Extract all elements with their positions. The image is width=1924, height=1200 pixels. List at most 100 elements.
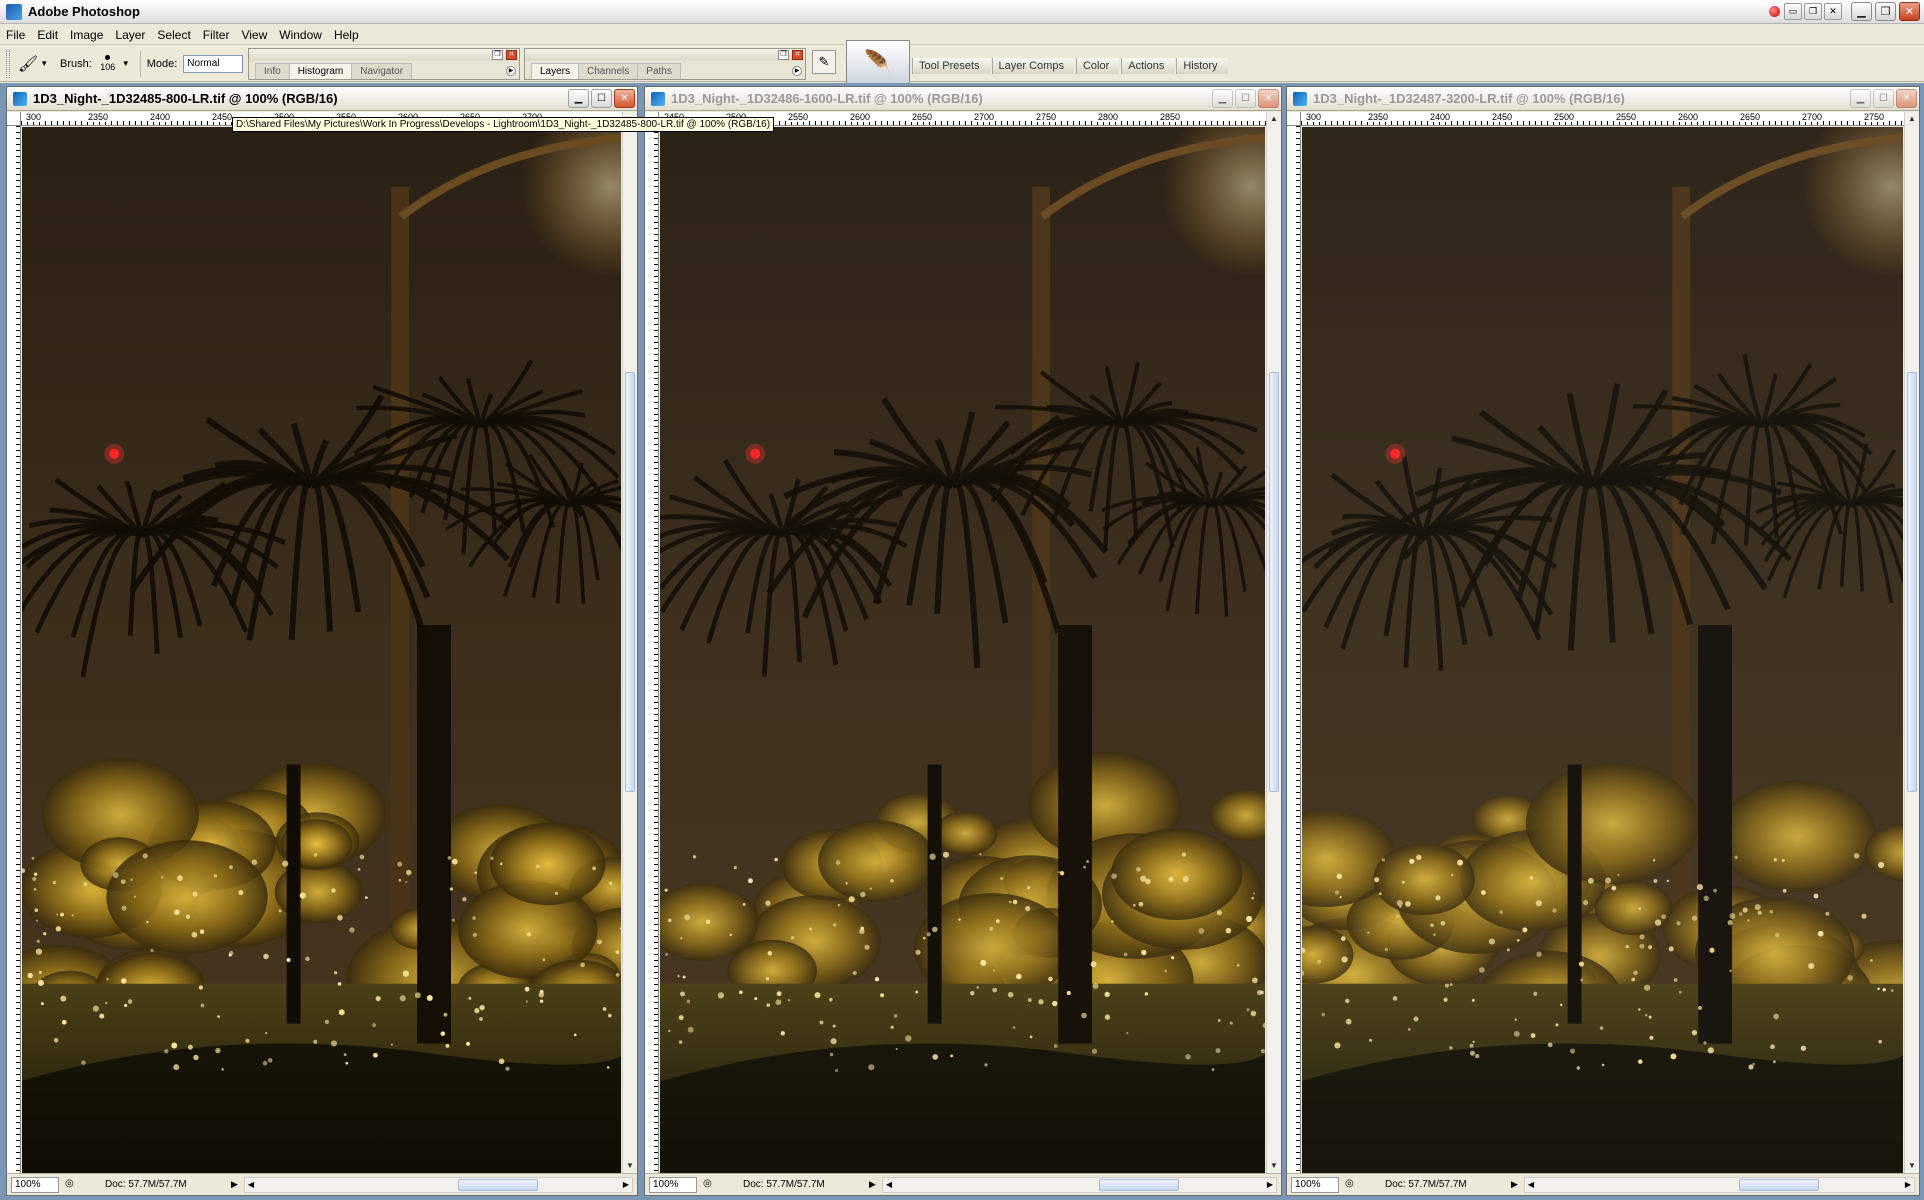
menu-help[interactable]: Help: [334, 28, 359, 42]
scroll-thumb[interactable]: [625, 372, 635, 792]
zoom-field[interactable]: 100%: [649, 1176, 697, 1193]
tab-paths[interactable]: Paths: [637, 63, 681, 79]
doc-minimize-button[interactable]: ▁: [1850, 89, 1871, 108]
doc-maximize-button[interactable]: ☐: [591, 89, 612, 108]
vertical-ruler[interactable]: [1287, 126, 1301, 1173]
scroll-left-icon[interactable]: ◀: [245, 1178, 257, 1192]
scroll-left-icon[interactable]: ◀: [883, 1178, 895, 1192]
well-tab-actions[interactable]: Actions: [1121, 58, 1175, 74]
doc-minimize-button[interactable]: ▁: [1212, 89, 1233, 108]
palette-header[interactable]: ❐ ✕: [249, 49, 519, 61]
mode-label: Mode:: [146, 57, 178, 70]
palette-close-icon[interactable]: ✕: [792, 50, 803, 60]
brushes-palette-icon[interactable]: ✎: [812, 50, 836, 74]
scroll-down-icon[interactable]: ▼: [1906, 1159, 1918, 1173]
menu-window[interactable]: Window: [279, 28, 322, 42]
palette-minimize-icon[interactable]: ❐: [492, 50, 503, 60]
vertical-ruler[interactable]: [7, 126, 21, 1173]
horizontal-ruler[interactable]: 300 2350 2400 2450 2500 2550 2600 2650 2700 2750: [1301, 112, 1905, 126]
tab-info[interactable]: Info: [255, 63, 290, 79]
tab-histogram[interactable]: Histogram: [288, 63, 353, 79]
doc-maximize-button[interactable]: ☐: [1235, 89, 1256, 108]
menu-view[interactable]: View: [241, 28, 267, 42]
palette-menu-icon[interactable]: ▶: [792, 66, 802, 76]
scroll-down-icon[interactable]: ▼: [1268, 1159, 1280, 1173]
menu-image[interactable]: Image: [70, 28, 103, 42]
vertical-scrollbar[interactable]: ▲▼: [1904, 112, 1919, 1173]
status-preview-icon[interactable]: ◎: [1345, 1178, 1361, 1192]
well-tab-color[interactable]: Color: [1075, 58, 1120, 74]
horizontal-scrollbar[interactable]: ◀ ▶: [243, 1176, 633, 1193]
doc-close-button[interactable]: ✕: [1258, 89, 1279, 108]
tab-layers[interactable]: Layers: [531, 63, 580, 79]
screen-mode-icon[interactable]: ▭: [1784, 3, 1802, 20]
close-doc-icon[interactable]: ✕: [1824, 3, 1842, 20]
status-menu-icon[interactable]: ▶: [869, 1179, 876, 1190]
status-preview-icon[interactable]: ◎: [65, 1178, 81, 1192]
well-tab-layer-comps[interactable]: Layer Comps: [991, 58, 1074, 74]
vertical-scrollbar[interactable]: ▲▼: [1266, 112, 1281, 1173]
vertical-ruler[interactable]: [645, 126, 659, 1173]
scroll-down-icon[interactable]: ▼: [624, 1159, 636, 1173]
document-titlebar[interactable]: 1D3_Night-_1D32487-3200-LR.tif @ 100% (R…: [1287, 87, 1919, 111]
palette-header[interactable]: ❐ ✕: [525, 49, 805, 61]
minimize-button[interactable]: ▁: [1851, 2, 1872, 21]
ruler-tick-label: 2400: [149, 112, 172, 122]
doc-close-button[interactable]: ✕: [1896, 89, 1917, 108]
scroll-thumb[interactable]: [1099, 1178, 1180, 1191]
well-tab-tool-presets[interactable]: Tool Presets: [912, 58, 990, 74]
menu-edit[interactable]: Edit: [37, 28, 58, 42]
scroll-thumb[interactable]: [1269, 372, 1279, 792]
document-titlebar[interactable]: 1D3_Night-_1D32486-1600-LR.tif @ 100% (R…: [645, 87, 1281, 111]
close-button[interactable]: ✕: [1899, 2, 1920, 21]
doc-close-button[interactable]: ✕: [614, 89, 635, 108]
vertical-scrollbar[interactable]: ▲▼: [622, 112, 637, 1173]
brush-preset-picker[interactable]: 106: [96, 50, 120, 78]
mode-select[interactable]: Normal: [183, 54, 244, 73]
scroll-up-icon[interactable]: ▲: [1268, 112, 1280, 126]
ruler-origin[interactable]: [1287, 112, 1301, 126]
menu-filter[interactable]: Filter: [203, 28, 230, 42]
palette-menu-icon[interactable]: ▶: [506, 66, 516, 76]
status-menu-icon[interactable]: ▶: [1511, 1179, 1518, 1190]
app-titlebar: Adobe Photoshop ▭ ❐ ✕ ▁ ❐ ✕: [0, 0, 1924, 24]
ruler-origin[interactable]: [7, 112, 21, 126]
doc-maximize-button[interactable]: ☐: [1873, 89, 1894, 108]
scroll-up-icon[interactable]: ▲: [1906, 112, 1918, 126]
image-canvas[interactable]: [1302, 127, 1903, 1173]
palette-close-icon[interactable]: ✕: [506, 50, 517, 60]
scroll-thumb[interactable]: [457, 1178, 538, 1191]
document-window[interactable]: 1D3_Night-_1D32485-800-LR.tif @ 100% (RG…: [6, 86, 638, 1196]
zoom-field[interactable]: 100%: [1291, 1176, 1339, 1193]
image-canvas[interactable]: [22, 127, 621, 1173]
horizontal-scrollbar[interactable]: ◀ ▶: [1523, 1176, 1915, 1193]
scroll-right-icon[interactable]: ▶: [1902, 1178, 1914, 1192]
brush-tool-icon[interactable]: 🖌 ▼: [18, 52, 48, 76]
document-titlebar[interactable]: 1D3_Night-_1D32485-800-LR.tif @ 100% (RG…: [7, 87, 637, 111]
doc-minimize-button[interactable]: ▁: [568, 89, 589, 108]
image-canvas[interactable]: [660, 127, 1265, 1173]
document-statusbar: 100% ◎ Doc: 57.7M/57.7M ▶ ◀ ▶: [645, 1173, 1281, 1195]
menu-select[interactable]: Select: [157, 28, 190, 42]
menu-layer[interactable]: Layer: [115, 28, 145, 42]
status-menu-icon[interactable]: ▶: [231, 1179, 238, 1190]
palette-minimize-icon[interactable]: ❐: [778, 50, 789, 60]
horizontal-scrollbar[interactable]: ◀ ▶: [881, 1176, 1277, 1193]
tab-channels[interactable]: Channels: [578, 63, 639, 79]
options-grip[interactable]: [6, 49, 10, 78]
tab-navigator[interactable]: Navigator: [351, 63, 413, 79]
well-tab-history[interactable]: History: [1176, 58, 1228, 74]
scroll-right-icon[interactable]: ▶: [620, 1178, 632, 1192]
scroll-right-icon[interactable]: ▶: [1264, 1178, 1276, 1192]
scroll-left-icon[interactable]: ◀: [1525, 1178, 1537, 1192]
document-window[interactable]: 1D3_Night-_1D32487-3200-LR.tif @ 100% (R…: [1286, 86, 1920, 1196]
restore-doc-icon[interactable]: ❐: [1804, 3, 1822, 20]
scroll-thumb[interactable]: [1907, 372, 1917, 792]
zoom-field[interactable]: 100%: [11, 1176, 59, 1193]
scroll-thumb[interactable]: [1738, 1178, 1819, 1191]
document-window[interactable]: 1D3_Night-_1D32486-1600-LR.tif @ 100% (R…: [644, 86, 1282, 1196]
brush-dropdown-icon[interactable]: ▼: [122, 59, 130, 68]
menu-file[interactable]: File: [6, 28, 25, 42]
restore-button[interactable]: ❐: [1875, 2, 1896, 21]
status-preview-icon[interactable]: ◎: [703, 1178, 719, 1192]
